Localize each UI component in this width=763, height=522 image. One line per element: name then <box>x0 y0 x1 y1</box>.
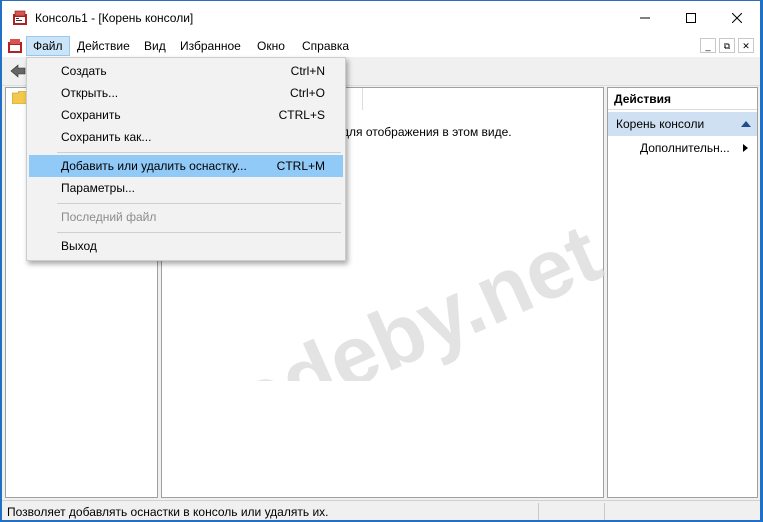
menu-item-add-remove-snapin[interactable]: Добавить или удалить оснастку... CTRL+M <box>29 155 343 177</box>
menu-item-shortcut: CTRL+S <box>278 108 325 122</box>
menu-item-label: Сохранить как... <box>61 130 152 144</box>
menu-item-label: Открыть... <box>61 86 119 100</box>
window-title: Консоль1 - [Корень консоли] <box>35 11 194 25</box>
menu-action[interactable]: Действие <box>71 37 136 55</box>
menu-item-exit[interactable]: Выход <box>29 235 343 257</box>
collapse-up-icon[interactable] <box>741 121 751 127</box>
menu-item-options[interactable]: Параметры... <box>29 177 343 199</box>
mmc-console-icon[interactable] <box>7 38 23 54</box>
menu-file[interactable]: Файл <box>26 36 70 56</box>
menu-item-label: Добавить или удалить оснастку... <box>61 159 247 173</box>
actions-group-console-root[interactable]: Корень консоли <box>608 112 757 136</box>
mmc-window: Консоль1 - [Корень консоли] Файл Действи… <box>1 0 761 521</box>
menu-separator <box>57 232 341 233</box>
submenu-arrow-icon <box>743 144 748 152</box>
close-icon <box>732 13 742 23</box>
mdi-minimize-button[interactable]: _ <box>700 38 716 53</box>
actions-header: Действия <box>608 88 757 110</box>
status-bar: Позволяет добавлять оснастки в консоль и… <box>2 500 760 520</box>
empty-view-message: для отображения в этом виде. <box>342 125 512 139</box>
menu-separator <box>57 152 341 153</box>
menu-window[interactable]: Окно <box>251 37 291 55</box>
menu-item-label: Сохранить <box>61 108 121 122</box>
menu-item-save-as[interactable]: Сохранить как... <box>29 126 343 148</box>
file-menu-dropdown: Создать Ctrl+N Открыть... Ctrl+O Сохрани… <box>26 57 346 261</box>
menu-item-shortcut: Ctrl+N <box>290 64 325 78</box>
status-text: Позволяет добавлять оснастки в консоль и… <box>7 505 329 519</box>
minimize-icon <box>640 17 650 19</box>
menu-item-label: Параметры... <box>61 181 135 195</box>
menu-bar: Файл Действие Вид Избранное Окно Справка <box>2 35 760 57</box>
minimize-button[interactable] <box>622 1 668 35</box>
mdi-restore-button[interactable]: ⧉ <box>719 38 735 53</box>
menu-item-shortcut: Ctrl+O <box>289 86 325 100</box>
actions-more-item[interactable]: Дополнительн... <box>640 138 730 158</box>
menu-item-shortcut: CTRL+M <box>276 159 325 173</box>
menu-item-open[interactable]: Открыть... Ctrl+O <box>29 82 343 104</box>
title-bar[interactable]: Консоль1 - [Корень консоли] <box>2 1 760 35</box>
status-divider <box>538 503 539 520</box>
menu-item-save[interactable]: Сохранить CTRL+S <box>29 104 343 126</box>
menu-help[interactable]: Справка <box>296 37 355 55</box>
menu-item-label: Выход <box>61 239 97 253</box>
menu-separator <box>57 203 341 204</box>
status-divider <box>604 503 605 520</box>
actions-group-label: Корень консоли <box>616 117 705 131</box>
menu-view[interactable]: Вид <box>138 37 172 55</box>
column-divider[interactable] <box>362 88 363 110</box>
menu-item-label: Создать <box>61 64 107 78</box>
maximize-button[interactable] <box>668 1 714 35</box>
maximize-icon <box>686 13 696 23</box>
mmc-console-icon <box>13 10 27 25</box>
menu-item-label: Последний файл <box>61 210 157 224</box>
actions-pane: Действия Корень консоли Дополнительн... <box>607 87 758 498</box>
close-button[interactable] <box>714 1 760 35</box>
menu-item-create[interactable]: Создать Ctrl+N <box>29 60 343 82</box>
back-arrow-icon[interactable] <box>10 63 26 79</box>
menu-item-recent-file: Последний файл <box>29 206 343 228</box>
mdi-close-button[interactable]: ✕ <box>738 38 754 53</box>
menu-favorites[interactable]: Избранное <box>174 37 247 55</box>
